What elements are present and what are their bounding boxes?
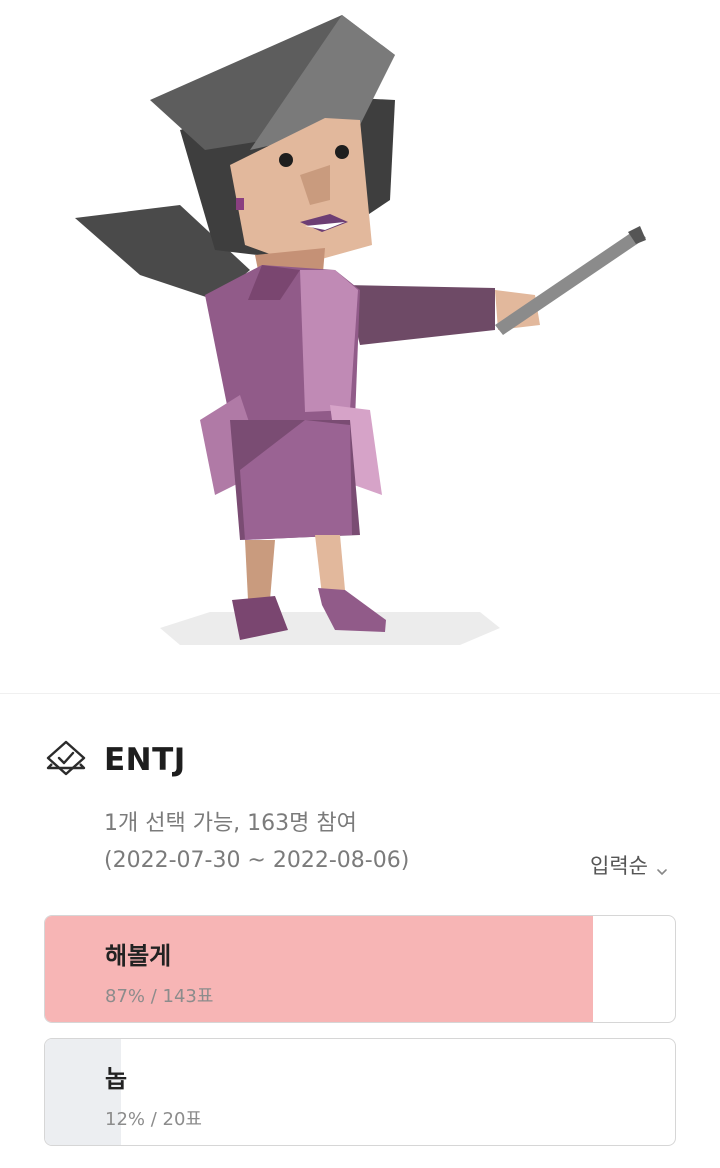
poll-title: ENTJ — [104, 742, 186, 778]
poll-meta-period: (2022-07-30 ~ 2022-08-06) — [104, 848, 410, 873]
poll-option-label: 놉 — [105, 1065, 128, 1093]
poll-option-stat: 12% / 20표 — [105, 1109, 202, 1130]
character-illustration — [75, 15, 646, 645]
poll-option-stat: 87% / 143표 — [105, 986, 214, 1007]
poll-option[interactable]: 해볼게 87% / 143표 — [44, 915, 676, 1023]
chevron-down-icon — [656, 859, 668, 876]
vote-check-icon — [44, 738, 88, 782]
poll-meta-participation: 1개 선택 가능, 163명 참여 — [104, 811, 357, 836]
section-divider — [0, 693, 720, 694]
sort-dropdown[interactable]: 입력순 — [590, 850, 668, 880]
sort-label: 입력순 — [590, 854, 648, 878]
poll-option-label: 해볼게 — [105, 942, 172, 970]
poll-header: ENTJ — [44, 738, 186, 782]
poll-option[interactable]: 놉 12% / 20표 — [44, 1038, 676, 1146]
